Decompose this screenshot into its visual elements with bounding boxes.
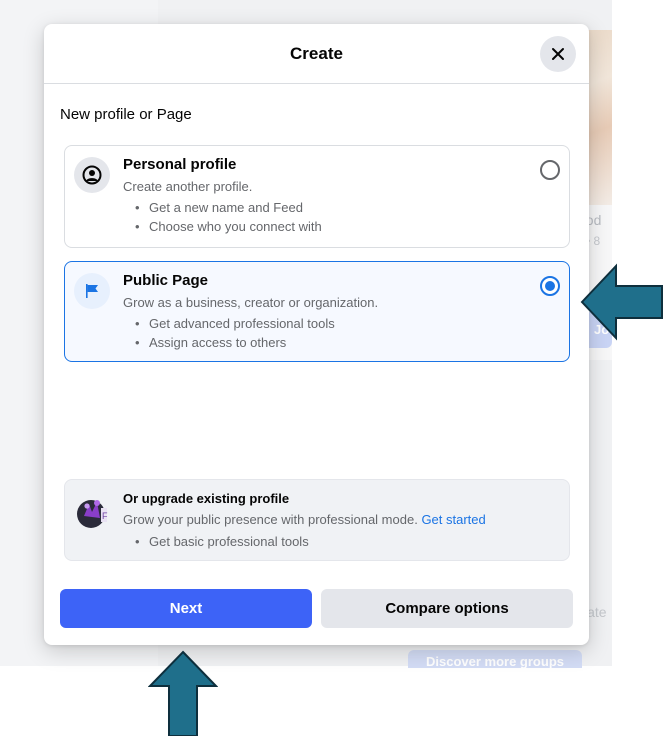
close-icon: [552, 48, 564, 60]
get-started-link[interactable]: Get started: [421, 512, 485, 527]
section-title: New profile or Page: [60, 106, 192, 123]
dialog-header: Create: [44, 24, 589, 84]
dialog-title: Create: [290, 44, 343, 63]
upgrade-description: Grow your public presence with professio…: [123, 512, 486, 527]
upgrade-title: Or upgrade existing profile: [123, 491, 290, 506]
person-circle-icon: [82, 165, 102, 185]
option-bullets: Get advanced professional tools Assign a…: [135, 314, 335, 352]
option-icon-wrapper: [74, 273, 110, 309]
close-button[interactable]: [540, 36, 576, 72]
option-description: Grow as a business, creator or organizat…: [123, 295, 379, 310]
bullet-item: Choose who you connect with: [135, 217, 322, 236]
professional-mode-icon: F: [77, 500, 108, 528]
bullet-item: Get basic professional tools: [135, 532, 309, 551]
radio-personal-profile[interactable]: [540, 160, 560, 180]
compare-options-button[interactable]: Compare options: [321, 589, 573, 628]
bullet-item: Assign access to others: [135, 333, 335, 352]
radio-public-page[interactable]: [540, 276, 560, 296]
upgrade-existing-profile: F Or upgrade existing profile Grow your …: [64, 479, 570, 561]
option-title: Public Page: [123, 272, 209, 289]
option-personal-profile[interactable]: Personal profile Create another profile.…: [64, 145, 570, 248]
option-icon-wrapper: [74, 157, 110, 193]
screen: ood • 8 Jo late Discover more groups Cre…: [0, 0, 668, 736]
create-dialog: Create New profile or Page Personal prof…: [44, 24, 589, 645]
background-discover-button: Discover more groups: [408, 650, 582, 668]
annotation-arrow-up-icon: [148, 650, 218, 736]
next-button[interactable]: Next: [60, 589, 312, 628]
option-description: Create another profile.: [123, 179, 253, 194]
svg-text:F: F: [102, 511, 108, 521]
upgrade-bullets: Get basic professional tools: [135, 532, 309, 551]
bullet-item: Get a new name and Feed: [135, 198, 322, 217]
option-public-page[interactable]: Public Page Grow as a business, creator …: [64, 261, 570, 362]
bullet-item: Get advanced professional tools: [135, 314, 335, 333]
option-title: Personal profile: [123, 156, 237, 173]
flag-icon: [86, 284, 98, 298]
option-bullets: Get a new name and Feed Choose who you c…: [135, 198, 322, 236]
upgrade-description-text: Grow your public presence with professio…: [123, 512, 418, 527]
annotation-arrow-left-icon: [580, 263, 663, 341]
